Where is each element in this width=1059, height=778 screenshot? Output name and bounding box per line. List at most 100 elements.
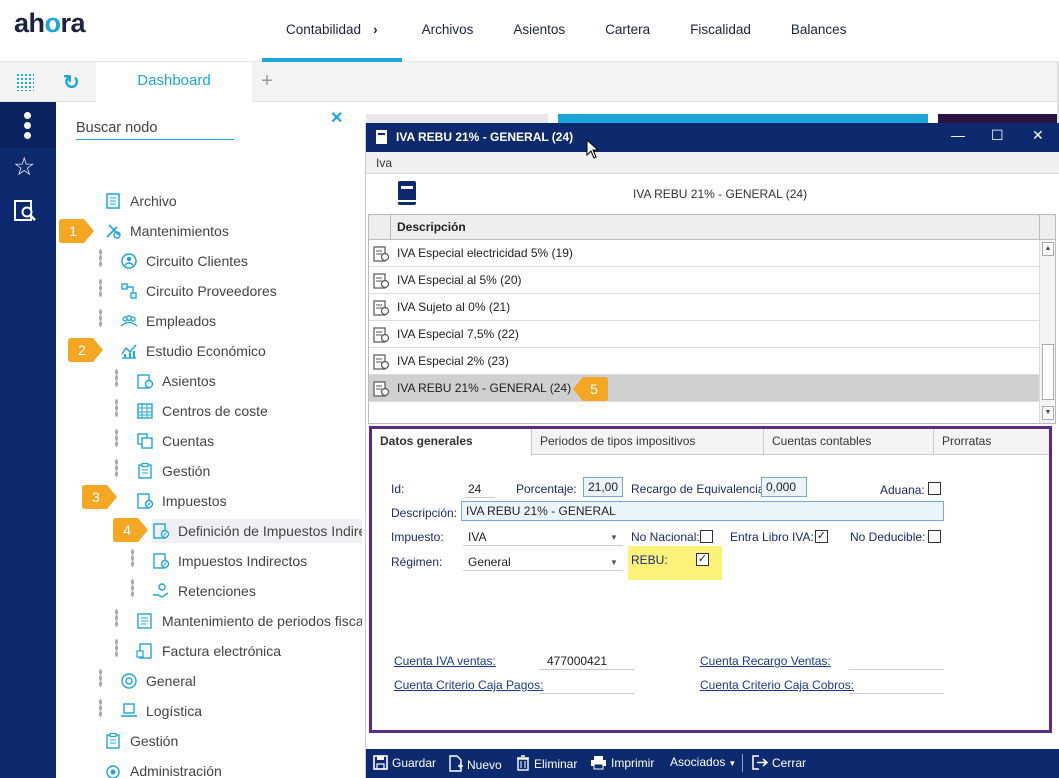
scroll-thumb[interactable] [1042, 344, 1054, 400]
tree-node-definicion-impuestos[interactable]: Definición de Impuestos Indire [152, 519, 362, 543]
chevron-down-icon[interactable]: ▼ [610, 533, 618, 542]
chevron-down-icon[interactable]: ▼ [610, 558, 618, 567]
grid-scrollbar[interactable]: ▲ ▼ [1039, 240, 1055, 423]
close-icon[interactable]: ✕ [330, 108, 343, 128]
cuenta-iva-ventas-value[interactable]: 477000421 [547, 654, 607, 668]
asociados-dropdown[interactable]: Asociados ▼ [670, 755, 736, 769]
column-header-descripcion[interactable]: Descripción [397, 220, 466, 234]
row-text: IVA REBU 21% - GENERAL (24) [397, 381, 572, 395]
rebu-checkbox[interactable]: ✓ [696, 553, 709, 566]
no-deducible-checkbox[interactable] [928, 530, 941, 543]
table-row[interactable]: IVA Especial al 5% (20) [369, 267, 1039, 294]
tax-document-icon [373, 327, 390, 343]
grid-header-end [1039, 215, 1055, 240]
tab-periodos[interactable]: Periodos de tipos impositivos [532, 429, 764, 455]
tab-dashboard[interactable]: Dashboard [96, 62, 252, 102]
tax-document-icon [373, 246, 390, 262]
scroll-up-icon[interactable]: ▲ [1042, 242, 1054, 256]
tree-node-gestion-sub[interactable]: Gestión [136, 459, 210, 483]
box-icon [121, 703, 137, 717]
search-document-icon[interactable] [13, 198, 37, 222]
tree-node-impuestos[interactable]: Impuestos [136, 489, 227, 513]
table-row-selected[interactable]: IVA REBU 21% - GENERAL (24) [369, 375, 1039, 402]
maximize-icon[interactable]: ☐ [991, 127, 1004, 144]
impuesto-select[interactable]: IVA [468, 530, 486, 544]
row-text: IVA Especial al 5% (20) [397, 273, 522, 287]
tree-node-logistica[interactable]: Logística [120, 699, 202, 723]
no-nacional-label: No Nacional: [631, 530, 700, 544]
table-row[interactable]: IVA Especial electricidad 5% (19) [369, 240, 1039, 267]
tree-node-circuito-proveedores[interactable]: Circuito Proveedores [120, 279, 277, 303]
tree-node-mant-periodos[interactable]: Mantenimiento de periodos fisca [136, 609, 362, 633]
add-tab-button[interactable]: + [253, 62, 281, 102]
cuenta-criterio-cobros-field[interactable] [849, 693, 944, 694]
entra-libro-checkbox[interactable]: ✓ [815, 530, 828, 543]
step-badge: 2 [67, 336, 105, 364]
nav-archivos[interactable]: Archivos [402, 0, 494, 62]
tab-datos-generales[interactable]: Datos generales [372, 429, 532, 456]
cuenta-recargo-ventas-field[interactable] [849, 669, 944, 670]
recargo-input[interactable]: 0,000 [761, 477, 807, 497]
tree-node-archivo[interactable]: Archivo [104, 189, 177, 213]
tree-node-estudio-economico[interactable]: Estudio Económico [120, 339, 266, 363]
document-icon [106, 193, 120, 209]
descripcion-input[interactable]: IVA REBU 21% - GENERAL [461, 501, 944, 521]
tax-document-icon [137, 493, 154, 509]
cuenta-criterio-pagos-link[interactable]: Cuenta Criterio Caja Pagos: [394, 678, 543, 692]
scroll-down-icon[interactable]: ▼ [1042, 406, 1054, 420]
tab-cuentas-contables[interactable]: Cuentas contables [764, 429, 934, 455]
table-row[interactable]: IVA Sujeto al 0% (21) [369, 294, 1039, 321]
tree-node-retenciones[interactable]: Retenciones [152, 579, 256, 603]
aduana-checkbox[interactable] [928, 482, 941, 495]
caret-down-icon: ▼ [728, 759, 737, 768]
regimen-select[interactable]: General [468, 555, 511, 569]
more-menu-icon[interactable] [0, 102, 56, 148]
nav-cartera[interactable]: Cartera [585, 0, 670, 62]
cuenta-recargo-ventas-link[interactable]: Cuenta Recargo Ventas: [700, 654, 831, 668]
tree-node-gestion[interactable]: Gestión [104, 729, 178, 753]
refresh-icon[interactable]: ↻ [63, 70, 80, 95]
printer-icon [591, 756, 606, 770]
nav-contabilidad[interactable]: Contabilidad › [262, 0, 402, 62]
tree-node-general[interactable]: General [120, 669, 196, 693]
tree-search-input[interactable]: Buscar nodo [76, 118, 234, 140]
tree-node-factura-electronica[interactable]: Factura electrónica [136, 639, 281, 663]
cerrar-button[interactable]: Cerrar [752, 755, 806, 770]
ahora-logo[interactable]: ahora [14, 8, 86, 39]
field-underline [539, 669, 634, 670]
nav-fiscalidad[interactable]: Fiscalidad [670, 0, 771, 62]
favorites-star-icon[interactable]: ☆ [13, 152, 35, 182]
guardar-button[interactable]: Guardar [373, 755, 436, 770]
apps-grid-icon[interactable] [16, 73, 34, 91]
nuevo-button[interactable]: Nuevo [448, 755, 502, 772]
nav-asientos[interactable]: Asientos [493, 0, 585, 62]
tab-prorratas[interactable]: Prorratas [934, 429, 1049, 455]
eliminar-button[interactable]: Eliminar [516, 755, 577, 771]
table-row[interactable]: IVA Especial 2% (23) [369, 348, 1039, 375]
nav-balances[interactable]: Balances [771, 0, 867, 62]
left-rail: ☆ [0, 102, 56, 778]
cuenta-criterio-cobros-link[interactable]: Cuenta Criterio Caja Cobros: [700, 678, 854, 692]
tree-node-administracion[interactable]: Administración [104, 759, 222, 778]
regimen-label: Régimen: [391, 555, 443, 569]
aduana-label: Aduana: [880, 483, 925, 497]
table-row[interactable]: IVA Especial 7,5% (22) [369, 321, 1039, 348]
tree-node-asientos[interactable]: Asientos [136, 369, 216, 393]
tree-node-impuestos-indirectos[interactable]: Impuestos Indirectos [152, 549, 307, 573]
imprimir-button[interactable]: Imprimir [590, 755, 654, 770]
no-nacional-checkbox[interactable] [700, 530, 713, 543]
tree-node-mantenimientos[interactable]: Mantenimientos [104, 219, 229, 243]
tree-node-circuito-clientes[interactable]: Circuito Clientes [120, 249, 248, 273]
tree-node-empleados[interactable]: Empleados [120, 309, 216, 333]
iva-grid: Descripción IVA Especial electricidad 5%… [368, 214, 1056, 424]
porcentaje-input[interactable]: 21,00 [583, 477, 623, 497]
row-text: IVA Especial electricidad 5% (19) [397, 246, 573, 260]
tree-node-centros-coste[interactable]: Centros de coste [136, 399, 268, 423]
tree-node-cuentas[interactable]: Cuentas [136, 429, 214, 453]
cuenta-criterio-pagos-field[interactable] [539, 693, 634, 694]
cuenta-iva-ventas-link[interactable]: Cuenta IVA ventas: [394, 654, 496, 668]
menu-iva[interactable]: Iva [376, 156, 392, 170]
minimize-icon[interactable]: — [951, 127, 965, 143]
e-invoice-icon [136, 643, 152, 659]
close-icon[interactable]: ✕ [1032, 127, 1044, 144]
